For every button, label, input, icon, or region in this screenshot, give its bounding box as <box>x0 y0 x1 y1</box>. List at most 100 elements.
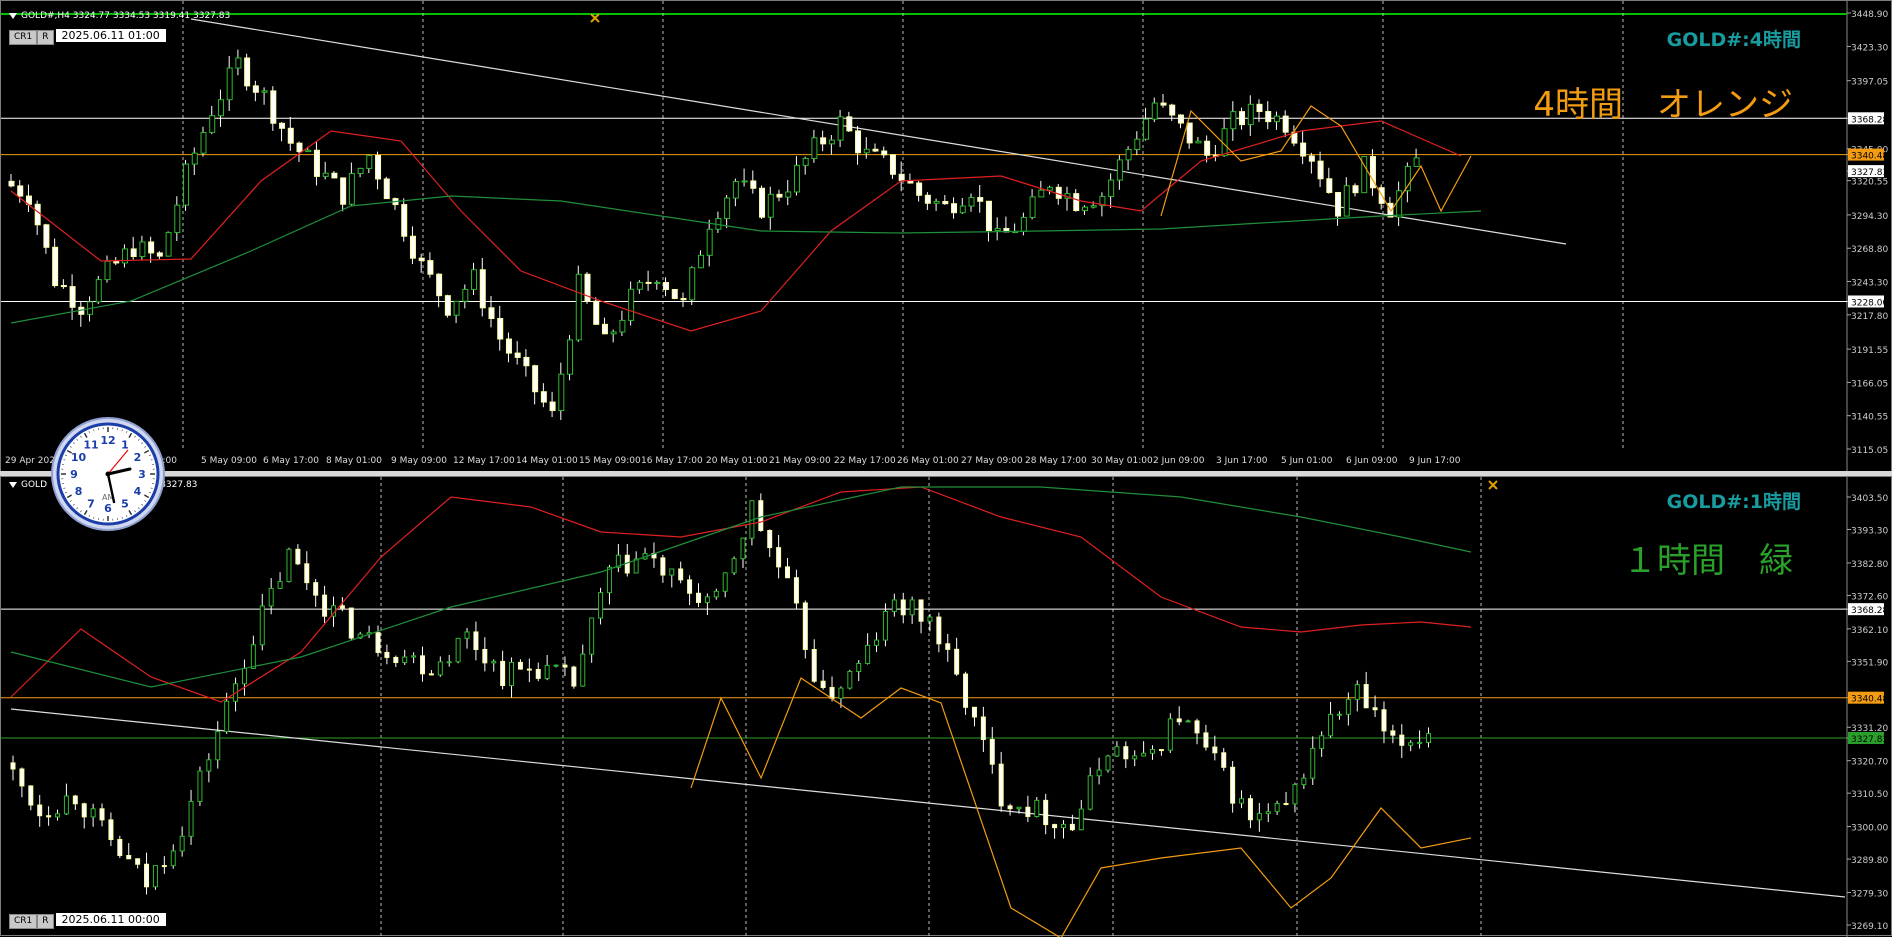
candle-body <box>428 261 433 275</box>
candle-body <box>100 809 104 820</box>
candle-body <box>506 339 511 353</box>
h1-chart-canvas[interactable]: 3403.503393.303382.803372.603368.283362.… <box>1 477 1892 937</box>
candle-body <box>1079 809 1083 830</box>
candle-body <box>474 632 478 650</box>
price-axis-label: 3243.30 <box>1851 279 1888 289</box>
time-axis-label: 12 May 17:00 <box>453 456 515 466</box>
candle-body <box>403 657 407 662</box>
candle-body <box>1327 179 1332 193</box>
price-axis-label: 3397.05 <box>1851 78 1888 88</box>
candle-body <box>53 247 58 285</box>
price-axis-label: 3423.30 <box>1851 43 1888 53</box>
h4-date-label: 2025.06.11 01:00 <box>56 29 166 42</box>
time-axis-label: 26 May 01:00 <box>897 456 959 466</box>
candle-body <box>47 816 51 817</box>
cr1-tag[interactable]: CR1 <box>9 30 37 45</box>
candle-body <box>262 91 267 92</box>
analog-clock: 121234567891011 AM <box>50 416 166 532</box>
candle-body <box>109 820 113 840</box>
candle-body <box>524 357 529 365</box>
candle-body <box>554 665 558 666</box>
candle-body <box>153 866 157 887</box>
price-axis-label: 3351.90 <box>1851 658 1888 668</box>
clock-number: 8 <box>75 485 83 498</box>
candle-body <box>96 280 101 302</box>
candle-body <box>590 618 594 654</box>
candle-body <box>394 657 398 662</box>
candle-body <box>236 58 241 68</box>
candle-body <box>981 717 985 739</box>
candle-body <box>955 649 959 674</box>
candle-body <box>725 198 730 218</box>
candle-body <box>629 289 634 320</box>
dropdown-triangle-icon[interactable] <box>9 482 17 488</box>
candle-body <box>1109 180 1114 196</box>
candle-body <box>184 164 189 205</box>
price-axis-label: 3269.10 <box>1851 922 1888 932</box>
candle-body <box>385 652 389 657</box>
dropdown-triangle-icon[interactable] <box>9 13 17 19</box>
candle-body <box>751 181 756 188</box>
candle-body <box>646 282 651 283</box>
price-axis-label: 3228.00 <box>1851 298 1888 308</box>
candle-body <box>760 188 765 217</box>
candle-body <box>1017 807 1021 808</box>
h4-orange-label: 4時間 オレンジ <box>1533 77 1793 126</box>
candle-body <box>890 155 895 175</box>
cr1-tag[interactable]: CR1 <box>9 914 37 929</box>
candle-body <box>1152 103 1157 119</box>
candle-body <box>175 205 180 232</box>
r-tag[interactable]: R <box>37 30 53 45</box>
candle-body <box>839 688 843 698</box>
time-axis-label: 9 Jun 17:00 <box>1409 456 1461 466</box>
time-axis-label: 8 May 01:00 <box>326 456 382 466</box>
candle-body <box>1186 721 1190 722</box>
candle-body <box>376 155 381 178</box>
time-axis-label: 16 May 17:00 <box>641 456 703 466</box>
candle-body <box>803 603 807 650</box>
candle-body <box>271 91 276 123</box>
candle-body <box>171 851 175 866</box>
candle-body <box>1391 731 1395 735</box>
candle-body <box>29 786 33 805</box>
candle-body <box>899 174 904 180</box>
candle-body <box>946 644 950 650</box>
candle-body <box>901 600 905 615</box>
candle-body <box>91 809 95 817</box>
candle-body <box>1170 105 1175 115</box>
candle-body <box>323 173 328 176</box>
time-axis-label: 14 May 01:00 <box>516 456 578 466</box>
candle-body <box>999 764 1003 806</box>
price-axis-label: 3115.05 <box>1851 446 1888 456</box>
candle-body <box>501 661 505 685</box>
clock-number: 7 <box>87 497 95 510</box>
clock-number: 10 <box>71 451 87 464</box>
candle-body <box>541 392 546 402</box>
candle-body <box>465 632 469 638</box>
candle-body <box>1135 139 1140 149</box>
candle-body <box>1240 112 1245 125</box>
candle-body <box>162 866 166 867</box>
time-axis-label: 6 Jun 09:00 <box>1346 456 1398 466</box>
candle-body <box>972 707 976 717</box>
r-tag[interactable]: R <box>37 914 53 929</box>
candle-body <box>759 501 763 531</box>
h4-chart-canvas[interactable]: 3448.903423.303397.053368.283345.003340.… <box>1 1 1892 473</box>
candle-body <box>969 198 974 207</box>
h1-chart-panel[interactable]: 3403.503393.303382.803372.603368.283362.… <box>0 476 1892 936</box>
candle-body <box>1283 116 1288 132</box>
candle-body <box>201 132 206 153</box>
candle-body <box>1159 750 1163 751</box>
candle-body <box>1240 799 1244 803</box>
candle-body <box>280 123 285 128</box>
candle-body <box>1266 112 1271 122</box>
candle-body <box>314 150 319 176</box>
candle-body <box>136 859 140 864</box>
candle-body <box>454 301 459 315</box>
price-axis-label: 3340.48 <box>1851 152 1888 162</box>
price-axis-label: 3362.10 <box>1851 626 1888 636</box>
candle-body <box>1117 160 1122 180</box>
candle-body <box>82 804 86 817</box>
candle-body <box>892 600 896 612</box>
h4-chart-panel[interactable]: 3448.903423.303397.053368.283345.003340.… <box>0 0 1892 472</box>
